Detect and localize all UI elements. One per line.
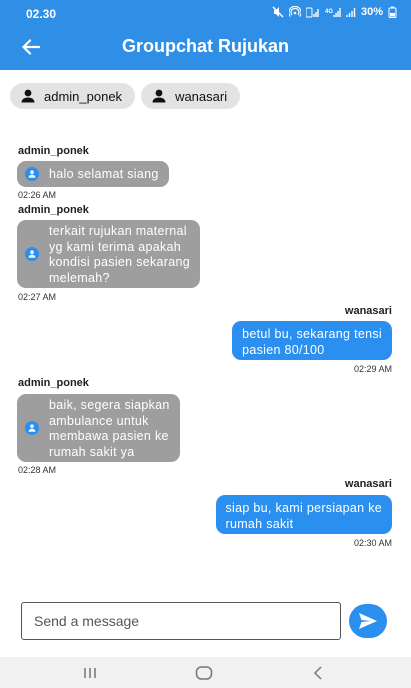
person-icon <box>152 89 166 103</box>
message-text: halo selamat siang <box>49 167 159 181</box>
message-input-container[interactable] <box>21 602 341 640</box>
battery-icon <box>388 6 397 18</box>
status-icons: 4G 30% <box>272 6 397 18</box>
message-time: 02:26 AM <box>18 190 57 200</box>
message-time: 02:29 AM <box>353 364 392 374</box>
message-bubble-incoming[interactable]: baik, segera siapkan ambulance untuk mem… <box>17 394 180 462</box>
message-input[interactable] <box>34 613 334 629</box>
member-name: admin_ponek <box>44 88 123 104</box>
signal-4g-icon: 4G <box>325 7 341 17</box>
message-sender: wanasari <box>344 478 392 490</box>
message-sender: admin_ponek <box>18 377 89 389</box>
message-text: siap bu, kami persiapan ke rumah sakit <box>225 501 382 531</box>
member-chip-wanasari[interactable]: wanasari <box>141 83 241 109</box>
message-bubble-outgoing[interactable]: betul bu, sekarang tensi pasien 80/100 <box>232 321 392 360</box>
page-title: Groupchat Rujukan <box>121 36 289 56</box>
app-header: 02.30 4G 30% Groupchat Rujukan <box>0 0 411 70</box>
send-icon <box>359 613 377 629</box>
message-text: betul bu, sekarang tensi pasien 80/100 <box>242 327 382 357</box>
recents-icon <box>84 668 96 678</box>
member-chip-admin-ponek[interactable]: admin_ponek <box>10 83 136 109</box>
user-avatar-icon <box>25 421 39 435</box>
message-sender: admin_ponek <box>18 145 89 157</box>
home-button[interactable] <box>184 663 224 683</box>
recents-button[interactable] <box>70 663 110 683</box>
message-sender: admin_ponek <box>18 204 89 216</box>
user-avatar-icon <box>25 167 39 181</box>
hotspot-icon <box>288 6 301 17</box>
battery-level: 30% <box>360 6 383 18</box>
home-icon <box>195 666 213 680</box>
message-bubble-incoming[interactable]: terkait rujukan maternal yg kami terima … <box>17 220 201 288</box>
svg-text:4G: 4G <box>325 9 333 15</box>
message-time: 02:30 AM <box>353 538 392 548</box>
status-time: 02.30 <box>26 7 57 21</box>
status-bar: 02.30 4G 30% <box>0 0 411 26</box>
volte-icon <box>305 7 319 17</box>
user-avatar-icon <box>25 247 39 261</box>
nav-back-button[interactable] <box>298 663 338 683</box>
nav-back-icon <box>313 666 322 680</box>
mute-icon <box>272 6 284 18</box>
message-time: 02:27 AM <box>18 292 57 302</box>
message-text: baik, segera siapkan ambulance untuk mem… <box>49 398 170 459</box>
message-time: 02:28 AM <box>18 465 57 475</box>
member-name: wanasari <box>175 88 228 104</box>
message-sender: wanasari <box>344 305 392 317</box>
message-bubble-outgoing[interactable]: siap bu, kami persiapan ke rumah sakit <box>215 495 392 534</box>
person-icon <box>21 89 35 103</box>
system-nav-bar <box>0 657 411 688</box>
send-button[interactable] <box>349 604 387 638</box>
message-bubble-incoming[interactable]: halo selamat siang <box>17 161 169 187</box>
signal-icon <box>346 7 356 17</box>
member-chips: admin_ponek wanasari <box>10 83 241 109</box>
message-text: terkait rujukan maternal yg kami terima … <box>49 224 191 285</box>
